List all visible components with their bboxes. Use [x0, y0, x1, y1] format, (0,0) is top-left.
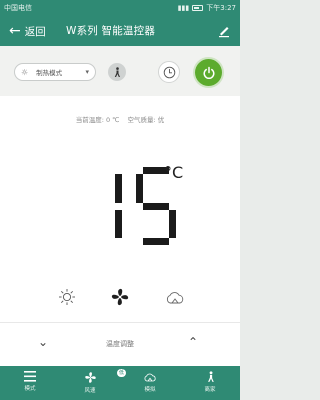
nav-item-simulate[interactable]: 模拟	[120, 366, 180, 400]
dehumidify-mode-button[interactable]	[164, 286, 186, 308]
cloud-icon	[144, 373, 156, 382]
temperature-adjust-label: 温度调整	[106, 340, 134, 348]
clock-icon	[163, 66, 175, 78]
temperature-up-button[interactable]: ⌃	[188, 335, 198, 349]
chevron-down-icon: ▾	[85, 68, 89, 76]
nav-item-fan-speed[interactable]: 低 风速	[60, 366, 127, 400]
temperature-adjust-bar: ⌄ 温度调整 ⌃	[0, 322, 240, 366]
away-mode-button[interactable]	[108, 63, 126, 81]
mode-value: 制热模式	[36, 69, 63, 77]
control-bar: ☼ 制热模式 ▾	[0, 46, 240, 96]
title-bar: ← 返回 W系列 智能温控器	[0, 16, 240, 46]
mode-dropdown[interactable]: ☼ 制热模式 ▾	[14, 63, 96, 81]
sun-icon	[59, 289, 75, 305]
back-label: 返回	[24, 25, 46, 38]
back-button[interactable]: ← 返回	[0, 16, 46, 46]
heat-mode-button[interactable]	[56, 286, 78, 308]
digit-2-segment-f	[136, 174, 143, 203]
mode-icons-row	[0, 286, 240, 308]
carrier-label: 中国电信	[4, 4, 32, 12]
signal-icon: ▮▮▮	[177, 4, 190, 12]
thermostat-panel: 当前温度: 0 ℃ 空气质量: 优 °C ⌄ 温度调整 ⌃	[0, 96, 240, 366]
menu-icon	[24, 371, 36, 382]
bottom-nav: 模式 低 风速 模拟 离家	[0, 366, 240, 400]
air-quality: 空气质量: 优	[127, 116, 165, 124]
digit-2-segment-c	[169, 209, 176, 238]
nav-label-mode: 模式	[24, 386, 36, 392]
digit-1-segment-c	[115, 209, 122, 238]
nav-item-away[interactable]: 离家	[180, 366, 240, 400]
walking-person-icon	[114, 66, 120, 77]
timer-button[interactable]	[158, 61, 180, 83]
digit-2-segment-g	[143, 202, 169, 210]
current-temperature: 当前温度: 0 ℃	[75, 116, 120, 124]
digit-1-segment-b	[115, 174, 122, 203]
power-icon	[202, 66, 215, 79]
edit-icon[interactable]	[217, 24, 231, 38]
status-time: 下午3:27	[206, 4, 236, 12]
fan-icon	[111, 288, 129, 306]
battery-icon	[192, 5, 204, 11]
status-bar: 中国电信 ▮▮▮ 下午3:27	[0, 0, 240, 16]
sun-icon: ☼	[21, 67, 29, 77]
info-line: 当前温度: 0 ℃ 空气质量: 优	[0, 114, 240, 124]
nav-item-mode[interactable]: 模式	[0, 366, 60, 400]
fan-mode-button[interactable]	[109, 286, 131, 308]
back-arrow-icon: ←	[9, 23, 21, 39]
page-title: W系列 智能温控器	[66, 25, 156, 37]
fan-icon	[84, 372, 96, 383]
nav-label-away: 离家	[204, 387, 216, 393]
digit-2-segment-d	[143, 238, 169, 245]
nav-label-simulate: 模拟	[144, 387, 156, 393]
power-button[interactable]	[195, 59, 222, 86]
nav-label-fan-speed: 风速	[84, 388, 96, 394]
walking-person-icon	[207, 371, 214, 382]
temperature-unit: °C	[164, 163, 184, 182]
cloud-icon	[166, 292, 184, 304]
